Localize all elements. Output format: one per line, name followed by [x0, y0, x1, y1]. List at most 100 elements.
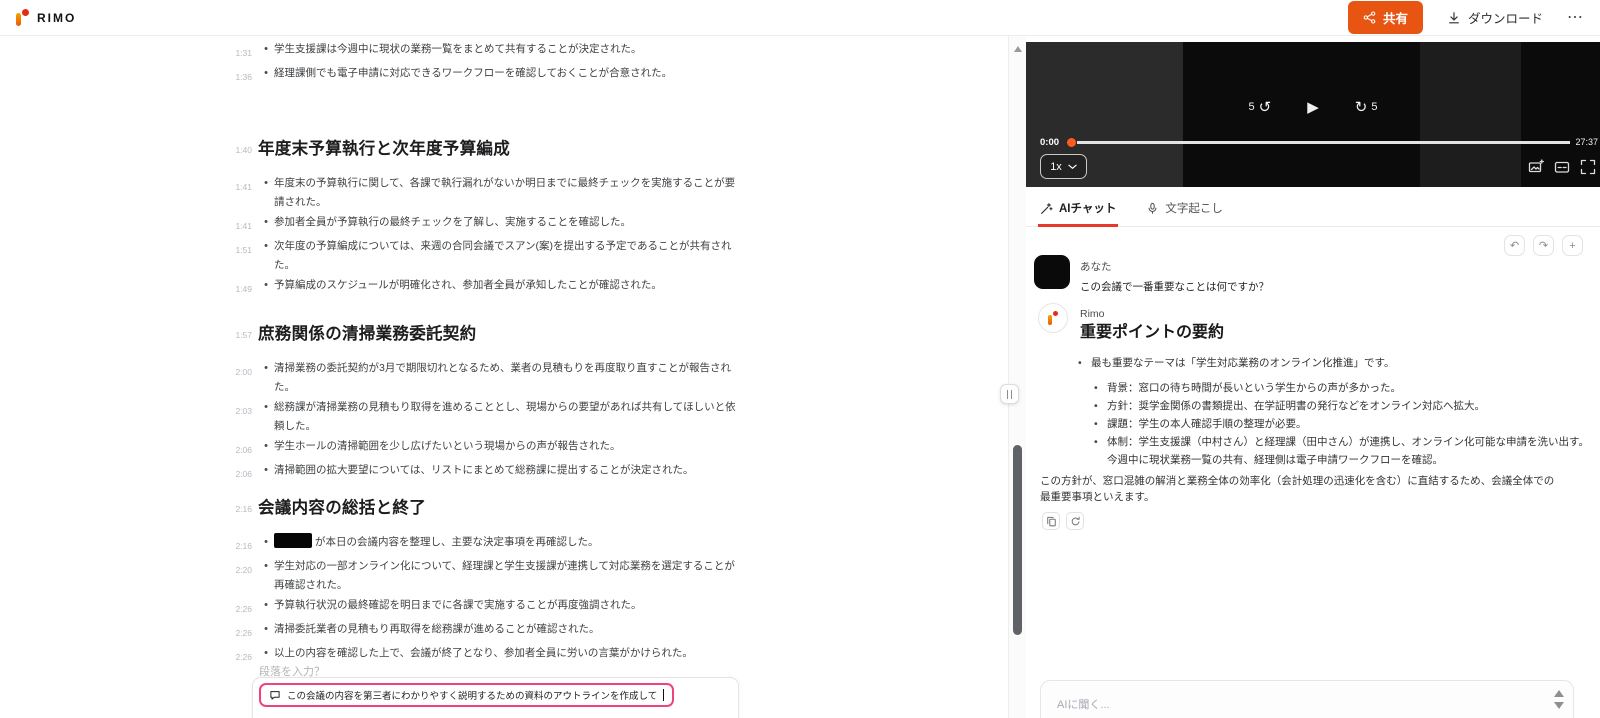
- skip-forward-label: 5: [1371, 101, 1378, 113]
- user-message-body: あなた この会議で一番重要なことは何ですか？: [1080, 253, 1269, 294]
- ai-prompt-suggestion[interactable]: この会議の内容を第三者にわかりやすく説明するための資料のアウトラインを作成して: [259, 683, 675, 707]
- ellipsis-icon: ⋯: [1567, 8, 1584, 26]
- paragraph-editor-box[interactable]: この会議の内容を第三者にわかりやすく説明するための資料のアウトラインを作成して: [252, 677, 739, 718]
- meeting-notes-pane: 1:31学生支援課は今週中に現状の業務一覧をまとめて共有することが決定された。 …: [0, 36, 1008, 718]
- user-message-text: この会議で一番重要なことは何ですか？: [1080, 281, 1269, 293]
- ask-ai-input[interactable]: AIに聞く...: [1040, 680, 1574, 718]
- note-text[interactable]: 年度末の予算執行に関して、各課で執行漏れがないか明日までに最終チェックを実施する…: [274, 174, 738, 212]
- captions-button[interactable]: [1554, 159, 1570, 175]
- timestamp[interactable]: 2:26: [230, 620, 252, 643]
- rimo-logo[interactable]: RIMO: [16, 9, 76, 26]
- note-text[interactable]: 次年度の予算編成については、来週の合同会議でスアン(案)を提出する予定であること…: [274, 237, 738, 275]
- new-chat-button[interactable]: +: [1562, 235, 1583, 256]
- download-button[interactable]: ダウンロード: [1447, 8, 1543, 27]
- note-item: 2:06 学生ホールの清掃範囲を少し広げたいという現場からの声が報告された。: [230, 437, 738, 460]
- skip-forward-button[interactable]: ↻ 5: [1355, 98, 1378, 116]
- share-button[interactable]: 共有: [1347, 1, 1423, 34]
- redo-button[interactable]: ↷: [1533, 235, 1554, 256]
- timestamp[interactable]: 2:16: [230, 533, 252, 556]
- assistant-closing-text: この方針が、窓口混雑の解消と業務全体の効率化（会計処理の迅速化を含む）に直結する…: [1040, 475, 1555, 503]
- note-text[interactable]: 学生対応の一部オンライン化について、経理課と学生支援課が連携して対応業務を選定す…: [274, 557, 738, 595]
- assistant-message-actions: [1042, 512, 1590, 530]
- timestamp[interactable]: 2:00: [230, 359, 252, 397]
- timestamp[interactable]: 1:49: [230, 276, 252, 299]
- tab-transcript[interactable]: 文字起こし: [1144, 190, 1225, 226]
- panel-resize-handle[interactable]: [1000, 384, 1019, 404]
- chat-bullet-text: 方針：奨学金関係の書類提出、在学証明書の発行などをオンライン対応へ拡大。: [1107, 400, 1485, 412]
- chat-sub-bullet: 体制：学生支援課（中村さん）と経理課（田中さん）が連携し、オンライン化可能な申請…: [1038, 433, 1590, 469]
- note-text[interactable]: 清掃範囲の拡大要望については、リストにまとめて総務課に提出することが決定された。: [274, 461, 738, 484]
- playback-speed-button[interactable]: 1x: [1040, 154, 1087, 179]
- note-item: 2:16 が本日の会議内容を整理し、主要な決定事項を再確認した。: [230, 533, 738, 556]
- play-button[interactable]: ▶: [1307, 98, 1319, 116]
- timestamp[interactable]: 1:51: [230, 237, 252, 275]
- note-text[interactable]: 経理課側でも電子申請に対応できるワークフローを確認しておくことが合意された。: [274, 64, 738, 87]
- current-time: 0:00: [1040, 136, 1060, 148]
- section-heading: 1:40 年度末予算執行と次年度予算編成: [230, 136, 738, 162]
- timestamp[interactable]: 1:36: [230, 64, 252, 87]
- scroll-up-arrow-icon[interactable]: [1014, 46, 1022, 52]
- thumbnail-add-button[interactable]: [1528, 159, 1544, 175]
- regenerate-button[interactable]: [1066, 512, 1084, 530]
- note-text[interactable]: 参加者全員が予算執行の最終チェックを了解し、実施することを確認した。: [274, 213, 738, 236]
- seek-handle[interactable]: [1067, 137, 1077, 147]
- redo-icon: ↷: [1538, 240, 1549, 252]
- note-text[interactable]: 清掃委託業者の見積もり再取得を総務課が進めることが確認された。: [274, 620, 738, 643]
- download-label: ダウンロード: [1467, 12, 1543, 26]
- assistant-message: Rimo 重要ポイントの要約 最も重要なテーマは「学生対応業務のオンライン化推進…: [1038, 301, 1590, 530]
- chat-bullet-text: 背景：窓口の待ち時間が長いという学生からの声が多かった。: [1107, 382, 1401, 394]
- note-item: 2:00 清掃業務の委託契約が3月で期限切れとなるため、業者の見積もりを再度取り直…: [230, 359, 738, 397]
- note-text[interactable]: 予算編成のスケジュールが明確化され、参加者全員が承知したことが確認された。: [274, 276, 738, 299]
- bullet-dot: [261, 557, 271, 595]
- timestamp[interactable]: 2:06: [230, 437, 252, 460]
- note-text[interactable]: 清掃業務の委託契約が3月で期限切れとなるため、業者の見積もりを再度取り直すことが…: [274, 359, 738, 397]
- note-text[interactable]: 以上の内容を確認した上で、会議が終了となり、参加者全員に労いの言葉がかけられた。: [274, 644, 738, 667]
- scrollbar-thumb[interactable]: [1013, 445, 1022, 635]
- section-title[interactable]: 年度末予算執行と次年度予算編成: [258, 136, 510, 162]
- chat-bullet-text: 最も重要なテーマは「学生対応業務のオンライン化推進」です。: [1091, 357, 1395, 369]
- note-item: 1:41 年度末の予算執行に関して、各課で執行漏れがないか明日までに最終チェックを…: [230, 174, 738, 212]
- ai-wand-icon: [1040, 202, 1053, 215]
- scroll-up-arrow-icon[interactable]: [1554, 690, 1564, 697]
- note-item: 2:20 学生対応の一部オンライン化について、経理課と学生支援課が連携して対応業務…: [230, 557, 738, 595]
- timestamp[interactable]: 2:06: [230, 461, 252, 484]
- timestamp[interactable]: 1:41: [230, 174, 252, 212]
- scroll-down-arrow-icon[interactable]: [1554, 702, 1564, 709]
- undo-icon: ↶: [1509, 240, 1520, 252]
- note-text[interactable]: 学生支援課は今週中に現状の業務一覧をまとめて共有することが決定された。: [274, 40, 738, 63]
- timestamp[interactable]: 1:41: [230, 213, 252, 236]
- section-title[interactable]: 庶務関係の清掃業務委託契約: [258, 321, 476, 347]
- video-player[interactable]: 5 ↺ ▶ ↻ 5 0:00 27:37 1x: [1026, 42, 1600, 187]
- note-item: 1:41 参加者全員が予算執行の最終チェックを了解し、実施することを確認した。: [230, 213, 738, 236]
- timestamp[interactable]: 1:40: [230, 136, 252, 162]
- bullet-dot: [261, 174, 271, 212]
- fullscreen-button[interactable]: [1580, 159, 1596, 175]
- bullet-dot: [261, 437, 271, 460]
- note-text[interactable]: が本日の会議内容を整理し、主要な決定事項を再確認した。: [274, 533, 738, 556]
- copy-button[interactable]: [1042, 512, 1060, 530]
- timestamp[interactable]: 2:26: [230, 596, 252, 619]
- timestamp[interactable]: 1:31: [230, 40, 252, 63]
- input-scroll-arrows: [1554, 690, 1564, 709]
- undo-button[interactable]: ↶: [1504, 235, 1525, 256]
- bullet-dot: [261, 40, 271, 63]
- tab-ai-chat[interactable]: AIチャット: [1038, 190, 1119, 227]
- note-item: 2:26 清掃委託業者の見積もり再取得を総務課が進めることが確認された。: [230, 620, 738, 643]
- more-menu-button[interactable]: ⋯: [1567, 9, 1584, 25]
- notes-scrollbar[interactable]: [1008, 36, 1026, 718]
- timestamp[interactable]: 2:16: [230, 495, 252, 521]
- timestamp[interactable]: 2:26: [230, 644, 252, 667]
- timestamp[interactable]: 2:20: [230, 557, 252, 595]
- note-text[interactable]: 予算執行状況の最終確認を明日までに各課で実施することが再度強調された。: [274, 596, 738, 619]
- note-text[interactable]: 総務課が清掃業務の見積もり取得を進めることとし、現場からの要望があれば共有してほ…: [274, 398, 738, 436]
- notes-section-budget: 1:40 年度末予算執行と次年度予算編成 1:41 年度末の予算執行に関して、各課…: [230, 136, 738, 300]
- rimo-logo-text: RIMO: [37, 10, 77, 25]
- timestamp[interactable]: 1:57: [230, 321, 252, 347]
- seek-track[interactable]: [1077, 140, 1571, 144]
- speed-label: 1x: [1050, 160, 1062, 173]
- section-title[interactable]: 会議内容の総括と終了: [258, 495, 426, 521]
- bullet-dot: [261, 533, 271, 556]
- note-text[interactable]: 学生ホールの清掃範囲を少し広げたいという現場からの声が報告された。: [274, 437, 738, 460]
- skip-back-button[interactable]: 5 ↺: [1249, 98, 1272, 116]
- timestamp[interactable]: 2:03: [230, 398, 252, 436]
